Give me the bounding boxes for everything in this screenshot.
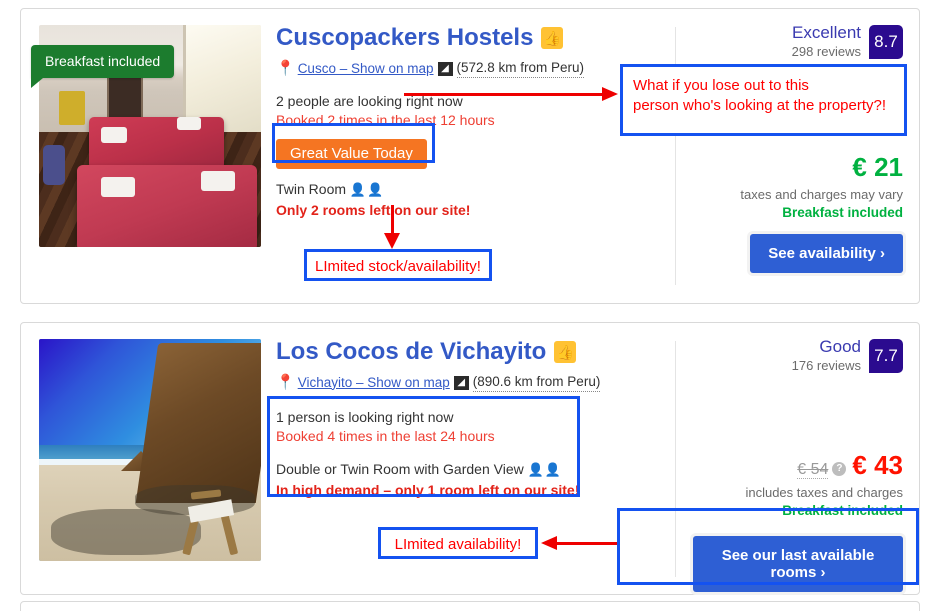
review-score-words: Good 176 reviews: [792, 337, 861, 374]
annotation-callout-lose-out: What if you lose out to this person who'…: [620, 64, 907, 136]
price-column: Excellent 298 reviews 8.7 € 21 taxes and…: [693, 23, 903, 273]
taxes-note: taxes and charges may vary: [740, 187, 903, 202]
thumbs-up-icon: 👍: [554, 341, 577, 363]
review-count: 298 reviews: [791, 44, 861, 59]
annotation-line-2: person who's looking at the property?!: [633, 97, 887, 114]
photo-palapa-main: [135, 343, 261, 503]
show-on-map-link[interactable]: Vichayito – Show on map: [298, 374, 450, 392]
map-marker-icon: 📍: [276, 60, 295, 77]
annotation-callout-limited-availability: LImited availability!: [378, 527, 538, 559]
review-score[interactable]: Excellent 298 reviews 8.7: [693, 23, 903, 60]
property-title-text: Cuscopackers Hostels: [276, 24, 534, 51]
photo-shadow-a: [51, 509, 201, 555]
location-line: 📍 Vichayito – Show on map ◢ (890.6 km fr…: [276, 373, 696, 392]
photo-towel-c: [101, 177, 135, 197]
annotation-highlight-great-value: [272, 123, 435, 163]
annotation-arrow-right: [404, 86, 618, 102]
map-marker-icon: 📍: [276, 374, 295, 391]
photo-bed-upper: [89, 117, 224, 169]
annotation-text: What if you lose out to this person who'…: [623, 67, 904, 125]
map-thumbnail-icon[interactable]: ◢: [453, 375, 469, 390]
room-type-text: Twin Room: [276, 181, 347, 197]
annotation-highlight-urgency-block: [267, 396, 580, 497]
property-title[interactable]: Cuscopackers Hostels 👍: [276, 23, 696, 53]
breakfast-ribbon: Breakfast included: [31, 45, 175, 88]
two-person-icon: 👤👤: [349, 182, 385, 197]
property-title-text: Los Cocos de Vichayito: [276, 338, 547, 365]
see-availability-label: See availability: [768, 245, 876, 262]
review-score[interactable]: Good 176 reviews 7.7: [693, 337, 903, 374]
review-score-badge: 8.7: [869, 24, 903, 59]
property-card-partial[interactable]: [20, 601, 920, 611]
annotation-arrow-left: [541, 535, 617, 551]
review-score-title: Excellent: [792, 23, 861, 42]
price-current: € 21: [852, 152, 903, 182]
photo-towel-d: [201, 171, 235, 191]
property-photo[interactable]: [39, 339, 261, 561]
annotation-text: LImited availability!: [394, 536, 522, 553]
annotation-text: LImited stock/availability!: [315, 258, 481, 275]
show-on-map-link[interactable]: Cusco – Show on map: [298, 60, 434, 78]
annotation-callout-limited-stock: LImited stock/availability!: [304, 249, 492, 281]
room-type-line: Twin Room 👤👤: [276, 180, 696, 199]
price-row: € 54? € 43: [693, 450, 903, 480]
distance-text: (572.8 km from Peru): [456, 59, 585, 78]
distance-text: (890.6 km from Peru): [472, 373, 601, 392]
property-title[interactable]: Los Cocos de Vichayito 👍: [276, 337, 696, 367]
photo-towel-b: [177, 117, 201, 130]
question-mark-icon[interactable]: ?: [832, 461, 847, 476]
review-score-badge: 7.7: [869, 338, 903, 373]
review-score-title: Good: [819, 337, 861, 356]
thumbs-up-icon: 👍: [541, 27, 564, 49]
rooms-left-text: Only 2 rooms left on our site!: [276, 202, 471, 218]
review-count: 176 reviews: [791, 358, 861, 373]
price-current: € 43: [852, 450, 903, 480]
annotation-line-1: What if you lose out to this: [633, 77, 809, 94]
price-original: € 54: [797, 461, 829, 479]
breakfast-included-label: Breakfast included: [782, 205, 903, 220]
annotation-highlight-last-rooms-cta: [617, 508, 919, 585]
chevron-right-icon: ›: [880, 245, 885, 262]
map-thumbnail-icon[interactable]: ◢: [437, 61, 453, 76]
photo-bag: [43, 145, 65, 185]
search-results-page: Breakfast included Cuscopackers Hostels …: [0, 0, 942, 611]
photo-chair: [59, 91, 85, 125]
see-availability-button[interactable]: See availability ›: [750, 234, 903, 273]
photo-towel-a: [101, 127, 127, 143]
taxes-note: includes taxes and charges: [745, 485, 903, 500]
review-score-words: Excellent 298 reviews: [792, 23, 861, 60]
annotation-arrow-down: [383, 205, 401, 249]
